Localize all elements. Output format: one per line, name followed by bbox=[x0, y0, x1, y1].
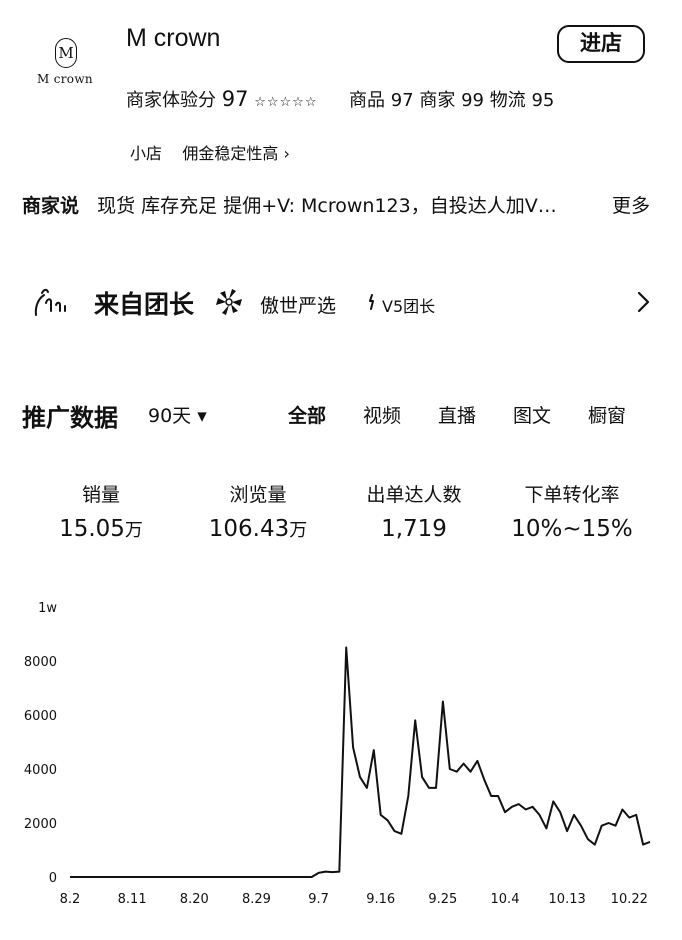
x-tick-label: 10.13 bbox=[549, 892, 586, 907]
stat-value-conversion: 10%~15% bbox=[502, 516, 642, 542]
logistics-score-label: 物流 bbox=[489, 90, 526, 111]
stat-value-creators: 1,719 bbox=[344, 516, 484, 542]
x-tick-label: 8.20 bbox=[180, 892, 209, 907]
stat-label-sales: 销量 bbox=[81, 484, 120, 506]
tab-live[interactable]: 直播 bbox=[438, 401, 476, 428]
y-tick-label: 6000 bbox=[24, 709, 57, 724]
level-badge-icon bbox=[369, 294, 374, 310]
merchant-says-label: 商家说 bbox=[22, 195, 80, 217]
x-tick-label: 8.2 bbox=[60, 892, 81, 907]
promotion-trend-chart: 0 2000 4000 6000 8000 1w 8.2 8.11 8.20 8.29 9.7 9.1… bbox=[24, 601, 651, 907]
shop-type-tag: 小店 bbox=[130, 144, 163, 163]
y-tick-label: 1w bbox=[38, 601, 57, 616]
logistics-score-value: 95 bbox=[531, 90, 555, 111]
x-tick-label: 8.11 bbox=[118, 892, 147, 907]
team-leader-title: 来自团长 bbox=[94, 290, 195, 319]
merchant-says-text: 现货 库存充足 提佣+V: Mcrown123，自投达人加V… bbox=[97, 195, 557, 217]
stat-value-sales: 15.05万 bbox=[31, 516, 171, 542]
stat-unit: 万 bbox=[124, 520, 143, 541]
goods-score-label: 商品 bbox=[348, 90, 385, 111]
tab-video[interactable]: 视频 bbox=[363, 401, 401, 428]
y-tick-label: 4000 bbox=[24, 763, 57, 778]
team-name: 傲世严选 bbox=[260, 295, 337, 317]
experience-score-value: 97 bbox=[221, 87, 249, 111]
experience-score-label: 商家体验分 bbox=[126, 90, 216, 111]
chevron-right-icon[interactable] bbox=[636, 289, 652, 315]
stat-unit: 万 bbox=[289, 520, 308, 541]
sales-trend-line bbox=[70, 646, 651, 878]
tab-all[interactable]: 全部 bbox=[288, 401, 326, 428]
x-tick-label: 9.16 bbox=[366, 892, 395, 907]
y-tick-label: 8000 bbox=[24, 655, 57, 670]
team-leader-row[interactable]: 来自团长 傲世严选 V5团长 bbox=[32, 283, 652, 323]
merchant-says: 商家说 现货 库存充足 提佣+V: Mcrown123，自投达人加V… 更多 bbox=[22, 191, 662, 218]
stat-label-views: 浏览量 bbox=[229, 484, 287, 506]
hand-wave-icon bbox=[34, 288, 66, 316]
enter-shop-button[interactable]: 进店 bbox=[557, 25, 645, 63]
star-rating-icon: ☆☆☆☆☆ bbox=[254, 95, 318, 110]
stat-value-views: 106.43万 bbox=[188, 516, 328, 542]
merchant-says-more-link[interactable]: 更多 bbox=[612, 191, 650, 218]
logo-letter: M bbox=[55, 38, 77, 68]
x-tick-label: 9.25 bbox=[428, 892, 457, 907]
x-tick-label: 10.22 bbox=[611, 892, 648, 907]
shop-logo: M M crown bbox=[28, 38, 102, 92]
stat-number: 10%~15% bbox=[511, 516, 633, 542]
merchant-score-value: 99 bbox=[461, 90, 484, 111]
goods-score-value: 97 bbox=[390, 90, 414, 111]
shop-name: M crown bbox=[126, 24, 221, 52]
tab-image-text[interactable]: 图文 bbox=[513, 401, 551, 428]
x-tick-label: 8.29 bbox=[242, 892, 271, 907]
team-level: V5团长 bbox=[382, 297, 436, 316]
shop-scores: 商家体验分 97 ☆☆☆☆☆ 商品 97 商家 99 物流 95 bbox=[126, 86, 554, 112]
y-tick-label: 0 bbox=[49, 871, 57, 886]
x-tick-label: 10.4 bbox=[491, 892, 520, 907]
y-tick-label: 2000 bbox=[24, 817, 57, 832]
chevron-down-icon: ▾ bbox=[197, 405, 207, 427]
stat-label-conversion: 下单转化率 bbox=[524, 484, 620, 506]
shop-tags: 小店 佣金稳定性高 › bbox=[130, 140, 290, 164]
stat-number: 15.05 bbox=[59, 516, 125, 542]
commission-stability-link[interactable]: 佣金稳定性高 › bbox=[182, 144, 290, 163]
promotion-data-title: 推广数据 bbox=[22, 404, 118, 432]
logo-text: M crown bbox=[37, 72, 93, 86]
team-avatar-icon bbox=[216, 289, 242, 315]
period-value: 90天 bbox=[148, 405, 192, 427]
x-tick-label: 9.7 bbox=[308, 892, 329, 907]
merchant-score-label: 商家 bbox=[419, 90, 456, 111]
tab-showcase[interactable]: 橱窗 bbox=[588, 401, 626, 428]
period-dropdown[interactable]: 90天 ▾ bbox=[148, 401, 207, 428]
stat-number: 106.43 bbox=[208, 516, 290, 542]
stat-label-creators: 出单达人数 bbox=[366, 484, 462, 506]
stat-number: 1,719 bbox=[381, 516, 447, 542]
